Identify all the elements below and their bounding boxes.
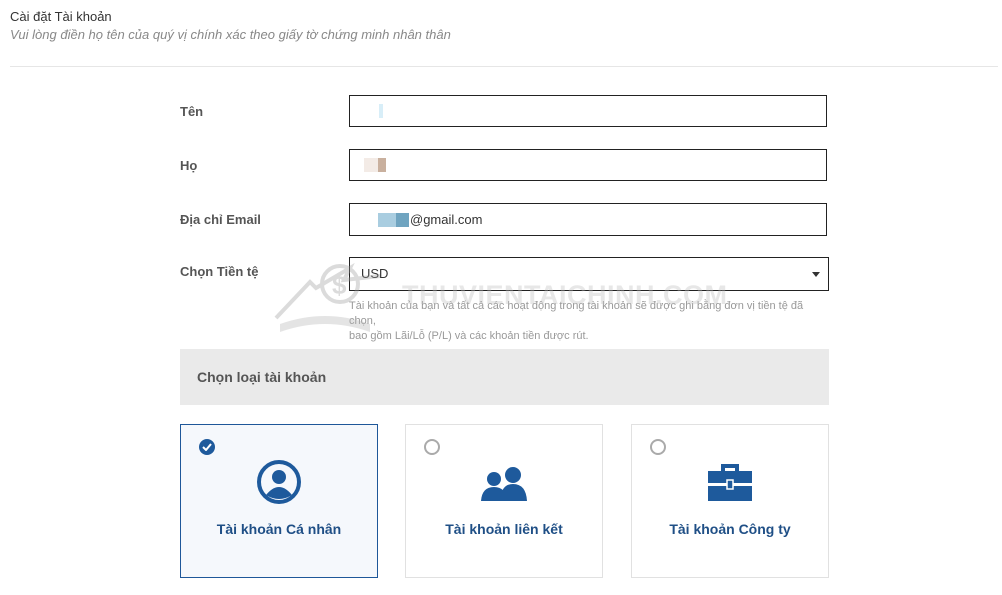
page-title: Cài đặt Tài khoản	[10, 9, 112, 24]
account-type-label: Tài khoản liên kết	[445, 521, 563, 537]
first-name-label: Tên	[180, 104, 204, 119]
email-label: Địa chỉ Email	[180, 212, 261, 227]
redacted-value	[378, 158, 386, 172]
redacted-value	[378, 213, 396, 227]
account-type-label: Tài khoản Cá nhân	[216, 521, 342, 537]
users-icon	[478, 465, 530, 510]
radio-unchecked-icon[interactable]	[650, 439, 666, 455]
account-type-card-joint[interactable]: Tài khoản liên kết	[405, 424, 603, 578]
account-settings-page: Cài đặt Tài khoản Vui lòng điền họ tên c…	[0, 0, 1002, 595]
first-name-input[interactable]	[349, 95, 827, 127]
email-value: @gmail.com	[410, 212, 483, 227]
currency-label: Chọn Tiền tệ	[180, 264, 259, 279]
page-subtitle: Vui lòng điền họ tên của quý vị chính xá…	[10, 27, 451, 42]
currency-help-line-2: bao gồm Lãi/Lỗ (P/L) và các khoản tiền đ…	[349, 330, 589, 342]
account-type-section-header: Chọn loại tài khoản	[180, 349, 829, 405]
svg-text:$: $	[332, 270, 347, 300]
email-input[interactable]: @gmail.com	[349, 203, 827, 236]
last-name-label: Họ	[180, 158, 198, 173]
briefcase-icon	[707, 463, 753, 508]
account-type-card-individual[interactable]: Tài khoản Cá nhân	[180, 424, 378, 578]
redacted-value	[364, 158, 378, 172]
chevron-down-icon	[812, 272, 820, 277]
currency-help-line-1: Tài khoản của bạn và tất cả các hoạt độn…	[349, 300, 804, 327]
header-divider	[10, 66, 998, 67]
user-circle-icon	[256, 459, 302, 510]
radio-checked-icon[interactable]	[199, 439, 215, 455]
account-type-label: Tài khoản Công ty	[669, 521, 791, 537]
radio-unchecked-icon[interactable]	[424, 439, 440, 455]
last-name-input[interactable]	[349, 149, 827, 181]
redacted-value	[379, 104, 383, 118]
account-type-card-company[interactable]: Tài khoản Công ty	[631, 424, 829, 578]
redacted-value	[396, 213, 409, 227]
currency-help-text: Tài khoản của bạn và tất cả các hoạt độn…	[349, 299, 829, 344]
currency-value: USD	[361, 266, 389, 281]
currency-select[interactable]: USD	[349, 257, 829, 291]
account-type-section-title: Chọn loại tài khoản	[197, 369, 327, 385]
